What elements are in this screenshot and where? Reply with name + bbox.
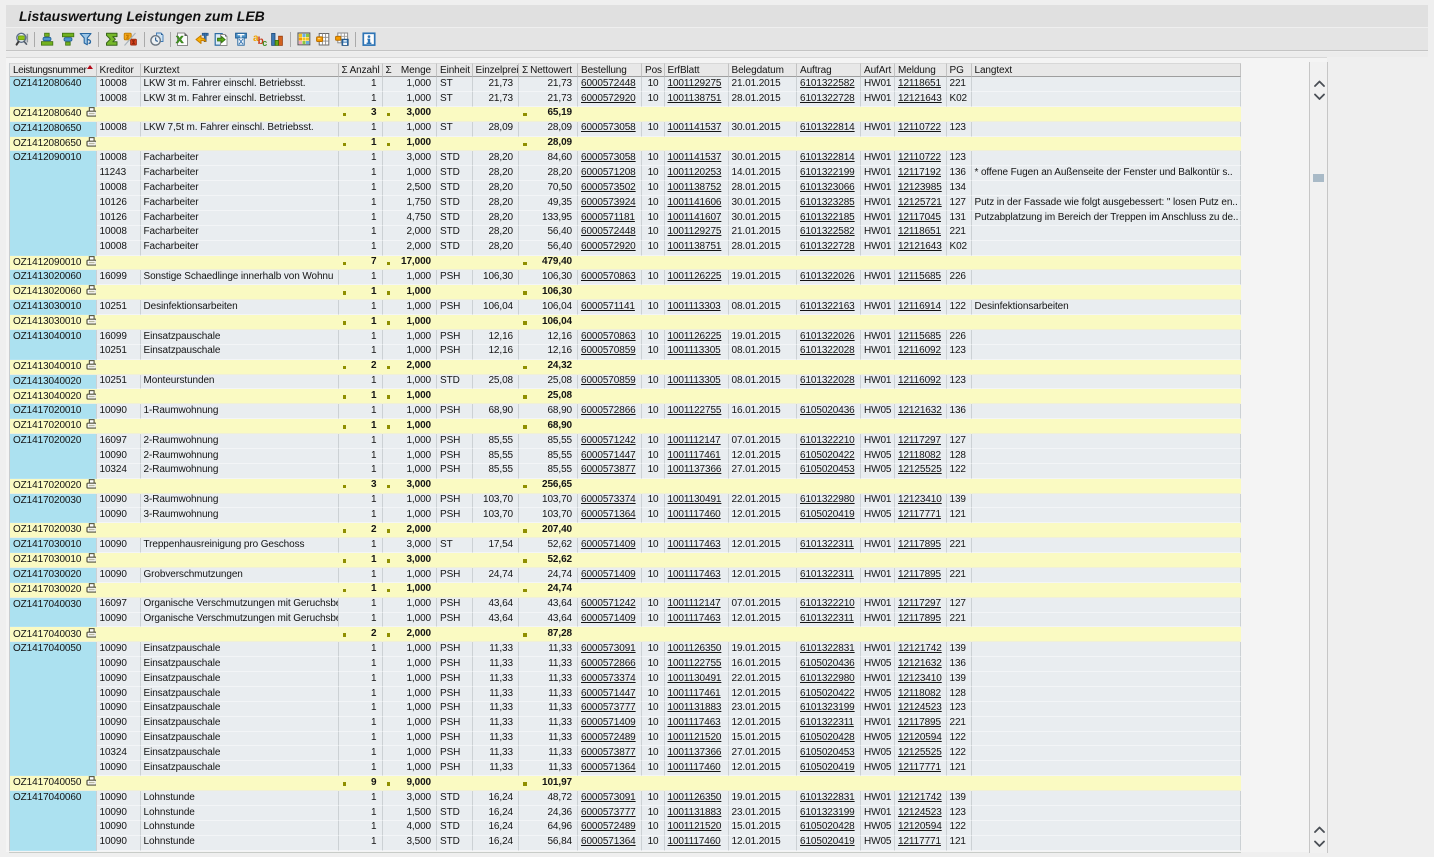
svg-text:c: c [262,38,267,47]
